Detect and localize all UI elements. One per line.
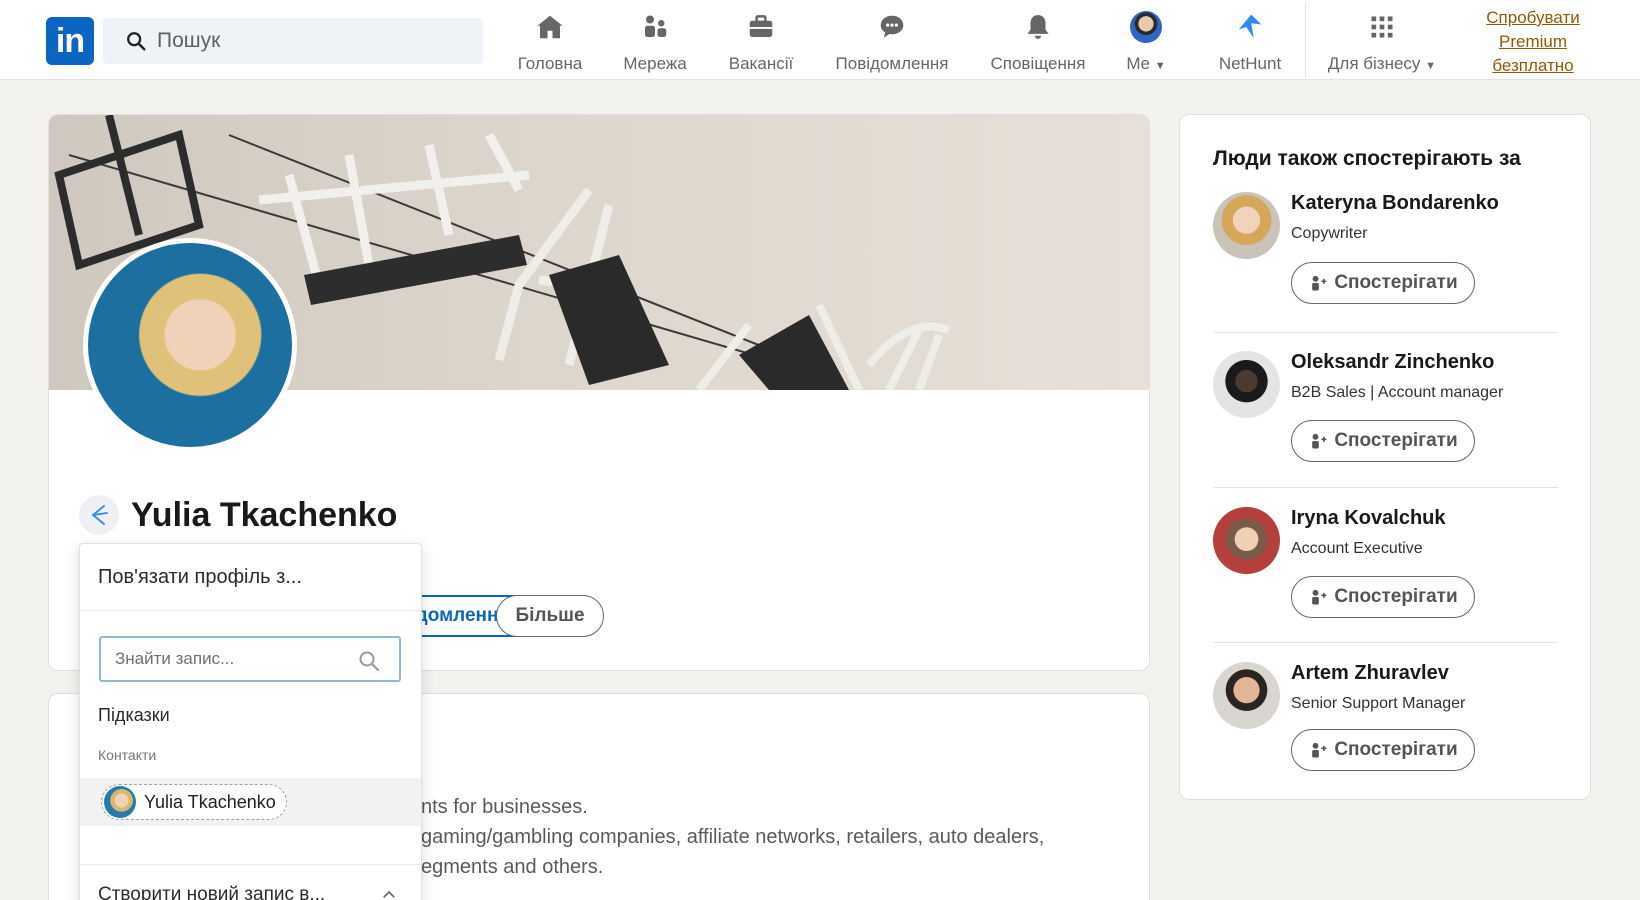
nav-network[interactable]: Мережа [620,10,690,74]
nav-notifications-label: Сповіщення [990,54,1086,73]
person-card: Oleksandr Zinchenko B2B Sales | Account … [1213,351,1558,471]
follow-button[interactable]: Спостерігати [1291,576,1475,618]
follow-icon [1312,589,1327,605]
avatar[interactable] [1213,351,1280,418]
person-title: Account Executive [1291,540,1423,557]
follow-button[interactable]: Спостерігати [1291,420,1475,462]
contact-chip[interactable]: Yulia Tkachenko [101,784,287,820]
person-name[interactable]: Oleksandr Zinchenko [1291,351,1494,374]
profile-name: Yulia Tkachenko [131,495,398,534]
nav-me[interactable]: Me ▼ [1121,10,1171,74]
nav-messaging[interactable]: Повідомлення [832,10,952,74]
follow-button[interactable]: Спостерігати [1291,729,1475,771]
linkedin-logo[interactable]: in [46,17,94,65]
record-search-box[interactable] [99,636,401,682]
divider [80,864,421,865]
nav-notifications[interactable]: Сповіщення [988,10,1088,74]
contact-name: Yulia Tkachenko [144,791,276,812]
person-title: Senior Support Manager [1291,695,1466,712]
person-title: Copywriter [1291,225,1368,242]
follow-button[interactable]: Спостерігати [1291,262,1475,304]
top-nav: in Головна Мережа Вакансії Повідомлення … [0,0,1640,80]
me-avatar [1130,10,1162,44]
nethunt-icon [1235,10,1265,44]
follow-icon [1312,742,1327,758]
nav-business[interactable]: Для бізнесу ▼ [1326,10,1438,74]
people-also-viewed: Люди також спостерігають за Kateryna Bon… [1179,114,1591,800]
chevron-down-icon: ▼ [1425,60,1437,72]
follow-icon [1312,433,1327,449]
person-name[interactable]: Artem Zhuravlev [1291,662,1449,685]
follow-icon [1312,275,1327,291]
record-search-input[interactable] [115,649,355,669]
jobs-icon [746,10,776,44]
nav-business-label: Для бізнесу [1327,54,1421,73]
nav-home-label: Головна [517,54,583,73]
search-icon [359,651,380,672]
about-text: nts for businesses. gaming/gambling comp… [421,796,1045,878]
avatar[interactable] [1213,507,1280,574]
contacts-label: Контакти [98,747,157,763]
home-icon [535,10,565,44]
avatar[interactable] [1213,192,1280,259]
person-card: Artem Zhuravlev Senior Support Manager С… [1213,662,1558,782]
avatar [104,786,136,818]
grid-icon [1368,10,1396,44]
nav-jobs[interactable]: Вакансії [726,10,796,74]
person-card: Kateryna Bondarenko Copywriter Спостеріг… [1213,192,1558,312]
suggested-contact-row[interactable]: Yulia Tkachenko [80,778,421,826]
avatar[interactable] [1213,662,1280,729]
search-icon [127,32,146,51]
create-record-label[interactable]: Створити новий запис в... [98,884,325,900]
hints-label: Підказки [98,705,170,725]
nav-jobs-label: Вакансії [728,54,794,73]
chevron-down-icon: ▼ [1154,60,1166,72]
nethunt-link-dropdown: Пов'язати профіль з... Підказки Контакти… [79,543,422,900]
chevron-up-icon[interactable] [380,886,398,900]
divider [1213,642,1558,643]
person-card: Iryna Kovalchuk Account Executive Спосте… [1213,507,1558,627]
nav-network-label: Мережа [623,54,687,73]
nav-me-label: Me [1126,54,1150,73]
network-icon [640,10,670,44]
dropdown-title: Пов'язати профіль з... [80,544,421,611]
notifications-icon [1023,10,1053,44]
nav-messaging-label: Повідомлення [835,54,949,73]
search-box[interactable] [103,18,483,64]
nav-home[interactable]: Головна [517,10,583,74]
divider [1213,332,1558,333]
premium-link[interactable]: Спробувати Premium безплатно [1474,6,1592,78]
nav-divider [1305,2,1306,78]
messaging-icon [877,10,907,44]
nav-nethunt-label: NetHunt [1218,54,1282,73]
profile-photo[interactable] [83,238,297,452]
divider [1213,487,1558,488]
search-input[interactable] [157,29,457,53]
nethunt-badge-icon[interactable] [79,495,119,535]
more-button[interactable]: Більше [496,595,604,637]
rail-title: Люди також спостерігають за [1213,147,1521,170]
nav-nethunt[interactable]: NetHunt [1214,10,1286,74]
person-name[interactable]: Iryna Kovalchuk [1291,507,1446,530]
person-title: B2B Sales | Account manager [1291,384,1504,401]
person-name[interactable]: Kateryna Bondarenko [1291,192,1499,215]
